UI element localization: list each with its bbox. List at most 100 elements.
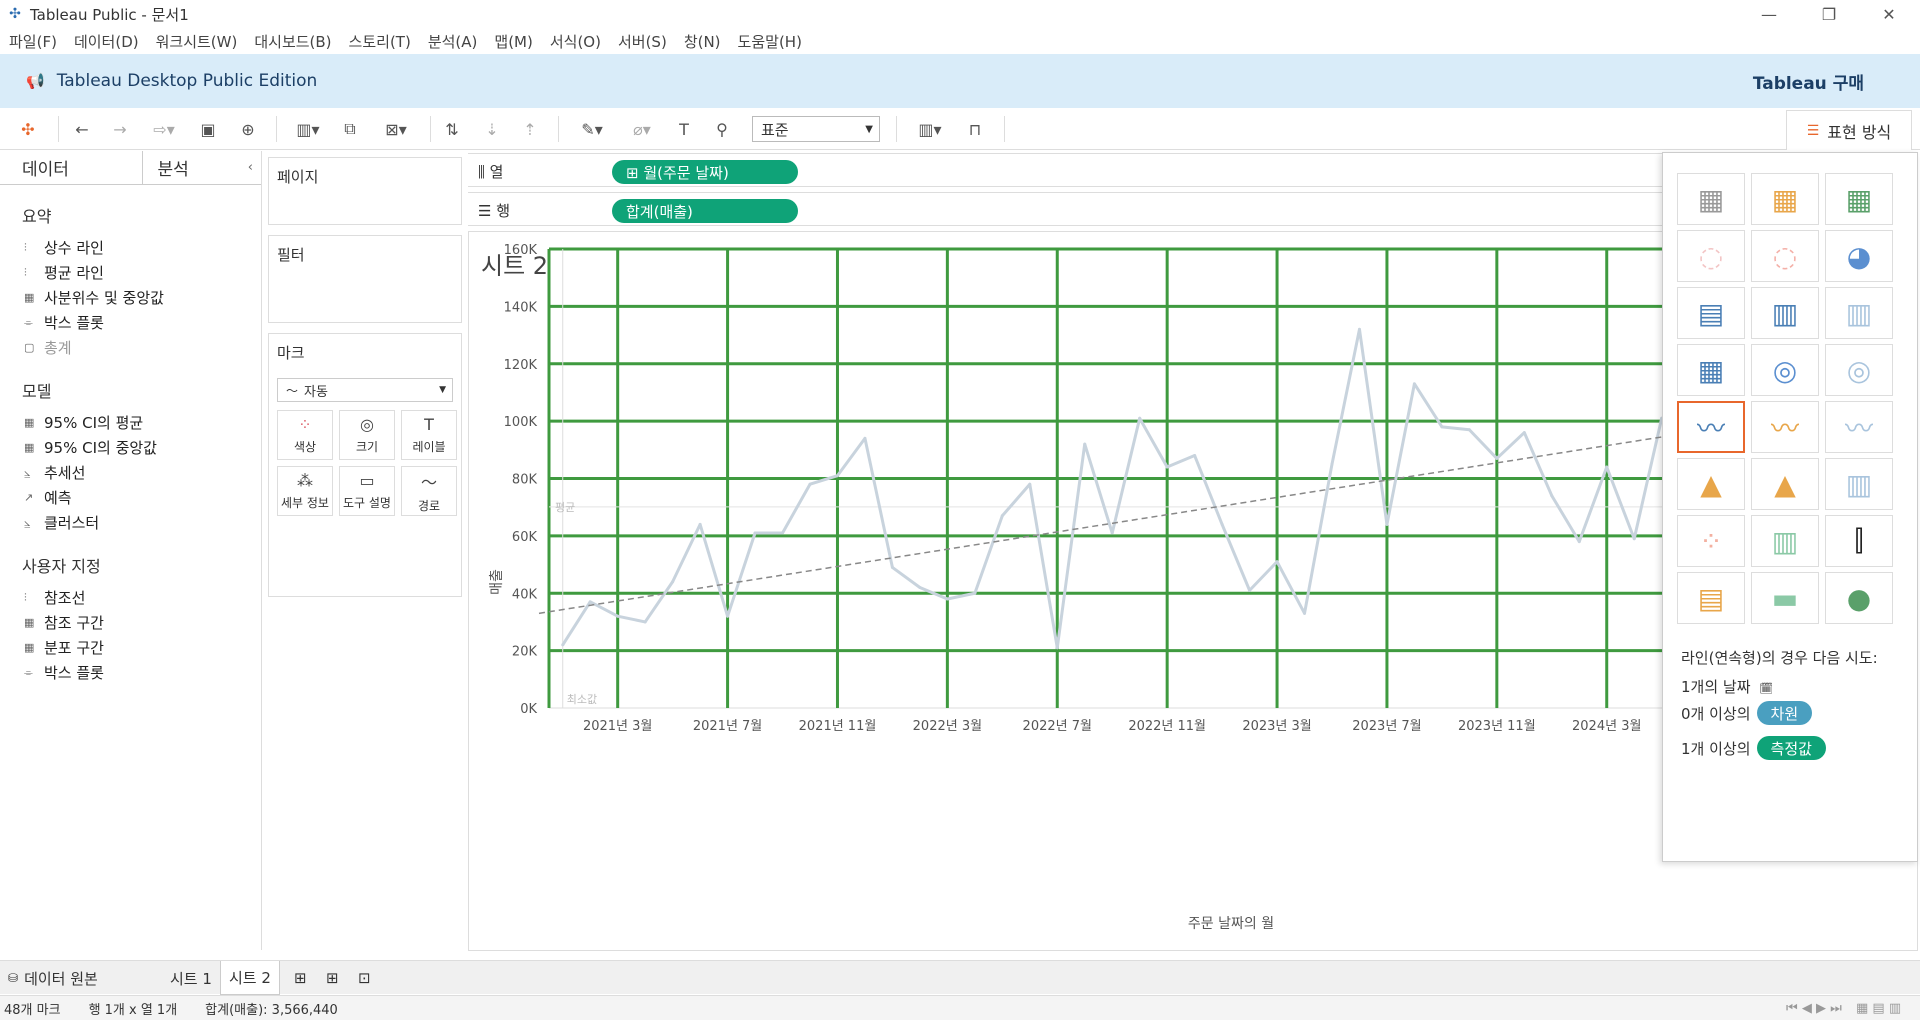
- show-me-discrete-lines-thumbnail[interactable]: 〰: [1825, 401, 1893, 453]
- menu-help[interactable]: 도움말(H): [738, 31, 802, 52]
- analytics-item-cluster[interactable]: ⦥ 클러스터: [0, 510, 261, 535]
- data-point: [561, 643, 565, 647]
- minimize-icon[interactable]: —: [1746, 0, 1792, 28]
- detail-mark-button[interactable]: ⁂ 세부 정보: [277, 466, 333, 516]
- show-me-histogram-thumbnail[interactable]: ▥: [1751, 515, 1819, 567]
- show-me-heat-map-thumbnail[interactable]: ▦: [1751, 173, 1819, 225]
- new-dashboard-tab-icon[interactable]: ⊞: [318, 961, 347, 995]
- analytics-item-constant-line[interactable]: ⫶ 상수 라인: [0, 235, 261, 260]
- menu-map[interactable]: 맵(M): [494, 31, 532, 52]
- path-mark-button[interactable]: 〜 경로: [401, 466, 457, 516]
- collapse-pane-icon[interactable]: ‹: [248, 160, 253, 175]
- analytics-item-totals[interactable]: ▢ 총계: [0, 335, 261, 360]
- show-me-discrete-area-thumbnail[interactable]: ▲: [1751, 458, 1819, 510]
- presentation-mode-icon[interactable]: ⊓: [962, 117, 988, 141]
- datasource-icon: ⛁: [8, 971, 19, 985]
- show-me-text-table-thumbnail[interactable]: ▦: [1677, 173, 1745, 225]
- show-me-tab[interactable]: ☰ 표현 방식: [1786, 110, 1912, 150]
- redo-icon[interactable]: →: [108, 117, 132, 141]
- analytics-item-reference-line[interactable]: ⫶ 참조선: [0, 585, 261, 610]
- label-mark-button[interactable]: T 레이블: [401, 410, 457, 460]
- menu-analysis[interactable]: 분석(A): [428, 31, 478, 52]
- menu-data[interactable]: 데이터(D): [74, 31, 139, 52]
- swap-rows-columns-icon[interactable]: ⇅: [440, 117, 464, 141]
- tab-sheet-2[interactable]: 시트 2: [220, 961, 280, 995]
- show-me-pie-chart-thumbnail[interactable]: ◕: [1825, 230, 1893, 282]
- color-mark-button[interactable]: ⁘ 색상: [277, 410, 333, 460]
- sheet-nav-icons[interactable]: ⏮ ◀ ▶ ⏭: [1786, 1001, 1842, 1016]
- show-me-symbol-map-thumbnail[interactable]: ◌: [1677, 230, 1745, 282]
- filters-card-title: 필터: [277, 246, 305, 264]
- filters-card[interactable]: 필터: [268, 235, 462, 323]
- analytics-item-median-quartiles[interactable]: ▦ 사분위수 및 중앙값: [0, 285, 261, 310]
- analytics-item-distribution-band[interactable]: ▦ 분포 구간: [0, 635, 261, 660]
- menu-window[interactable]: 창(N): [684, 31, 721, 52]
- tab-data[interactable]: 데이터: [0, 151, 144, 184]
- show-cards-icon[interactable]: ▥▾: [910, 117, 950, 141]
- restore-icon[interactable]: ❐: [1806, 0, 1852, 28]
- highlight-icon[interactable]: ✎▾: [572, 117, 612, 141]
- show-me-bullet-graph-thumbnail[interactable]: ▬: [1751, 572, 1819, 624]
- analytics-item-median-ci[interactable]: ▦ 95% CI의 중앙값: [0, 435, 261, 460]
- show-me-horizontal-bars-thumbnail[interactable]: ▤: [1677, 287, 1745, 339]
- columns-pill[interactable]: ⊞ 월(주문 날짜): [612, 160, 798, 184]
- tableau-home-icon[interactable]: ✣: [16, 117, 40, 141]
- show-me-stacked-bars-thumbnail[interactable]: ▥: [1751, 287, 1819, 339]
- show-me-scatter-plot-thumbnail[interactable]: ⁘: [1677, 515, 1745, 567]
- show-me-treemap-thumbnail[interactable]: ▦: [1677, 344, 1745, 396]
- line-mark-icon: 〜: [286, 383, 299, 398]
- fix-axes-icon[interactable]: ⚲: [710, 117, 734, 141]
- analytics-item-reference-band[interactable]: ▦ 참조 구간: [0, 610, 261, 635]
- mark-type-dropdown[interactable]: 〜 자동 ▼: [277, 378, 453, 402]
- show-me-packed-bubbles-thumbnail[interactable]: ●: [1825, 572, 1893, 624]
- analytics-item-average-line[interactable]: ⫶ 평균 라인: [0, 260, 261, 285]
- rows-pill[interactable]: 합계(매출): [612, 199, 798, 223]
- menu-format[interactable]: 서식(O): [550, 31, 601, 52]
- menu-worksheet[interactable]: 워크시트(W): [156, 31, 238, 52]
- show-me-gantt-chart-thumbnail[interactable]: ▤: [1677, 572, 1745, 624]
- analytics-item-box-plot-custom[interactable]: ⌯ 박스 플롯: [0, 660, 261, 685]
- show-me-continuous-lines-thumbnail[interactable]: 〰: [1677, 401, 1745, 453]
- view-toggle-icons[interactable]: ▦ ▤ ▥: [1856, 1001, 1901, 1016]
- show-me-dual-lines-thumbnail[interactable]: 〰: [1751, 401, 1819, 453]
- analytics-item-average-ci[interactable]: ▦ 95% CI의 평균: [0, 410, 261, 435]
- fit-dropdown[interactable]: 표준 ▼: [752, 116, 880, 142]
- show-me-highlight-table-thumbnail[interactable]: ▦: [1825, 173, 1893, 225]
- undo-icon[interactable]: ←: [70, 117, 94, 141]
- new-worksheet-tab-icon[interactable]: ⊞: [286, 961, 315, 995]
- show-me-circle-view-thumbnail[interactable]: ◎: [1751, 344, 1819, 396]
- duplicate-sheet-icon[interactable]: ⧉: [338, 117, 362, 141]
- show-me-continuous-area-thumbnail[interactable]: ▲: [1677, 458, 1745, 510]
- tab-sheet-1[interactable]: 시트 1: [162, 961, 220, 995]
- new-datasource-icon[interactable]: ⊕: [236, 117, 260, 141]
- replay-icon[interactable]: ⇨▾: [146, 117, 182, 141]
- group-members-icon[interactable]: ⌀▾: [622, 117, 662, 141]
- tooltip-mark-button[interactable]: ▭ 도구 설명: [339, 466, 395, 516]
- close-icon[interactable]: ✕: [1866, 0, 1912, 28]
- analytics-item-box-plot[interactable]: ⌯ 박스 플롯: [0, 310, 261, 335]
- reference-band-icon: ▦: [24, 616, 35, 629]
- menu-server[interactable]: 서버(S): [618, 31, 667, 52]
- save-icon[interactable]: ▣: [196, 117, 220, 141]
- tab-analytics[interactable]: 분석 ‹: [143, 151, 261, 184]
- show-me-box-and-whisker-thumbnail[interactable]: ⫿: [1825, 515, 1893, 567]
- new-story-tab-icon[interactable]: ⊡: [350, 961, 379, 995]
- buy-tableau-link[interactable]: Tableau 구매: [1753, 69, 1864, 94]
- new-worksheet-icon[interactable]: ▥▾: [288, 117, 328, 141]
- show-me-side-by-side-bars-thumbnail[interactable]: ▥: [1825, 287, 1893, 339]
- menu-dashboard[interactable]: 대시보드(B): [254, 31, 331, 52]
- show-me-filled-map-thumbnail[interactable]: ◌: [1751, 230, 1819, 282]
- menu-story[interactable]: 스토리(T): [349, 31, 411, 52]
- tab-datasource[interactable]: ⛁ 데이터 원본: [0, 961, 106, 995]
- menu-file[interactable]: 파일(F): [9, 31, 57, 52]
- sort-ascending-icon[interactable]: ⇣: [480, 117, 504, 141]
- pages-card[interactable]: 페이지: [268, 157, 462, 225]
- clear-sheet-icon[interactable]: ⊠▾: [376, 117, 416, 141]
- show-me-dual-combination-thumbnail[interactable]: ▥: [1825, 458, 1893, 510]
- analytics-item-forecast[interactable]: ↗ 예측: [0, 485, 261, 510]
- show-me-side-by-side-circles-thumbnail[interactable]: ◎: [1825, 344, 1893, 396]
- size-mark-button[interactable]: ◎ 크기: [339, 410, 395, 460]
- analytics-item-trend-line[interactable]: ⦥ 추세선: [0, 460, 261, 485]
- show-labels-icon[interactable]: T: [672, 117, 696, 141]
- sort-descending-icon[interactable]: ⇡: [518, 117, 542, 141]
